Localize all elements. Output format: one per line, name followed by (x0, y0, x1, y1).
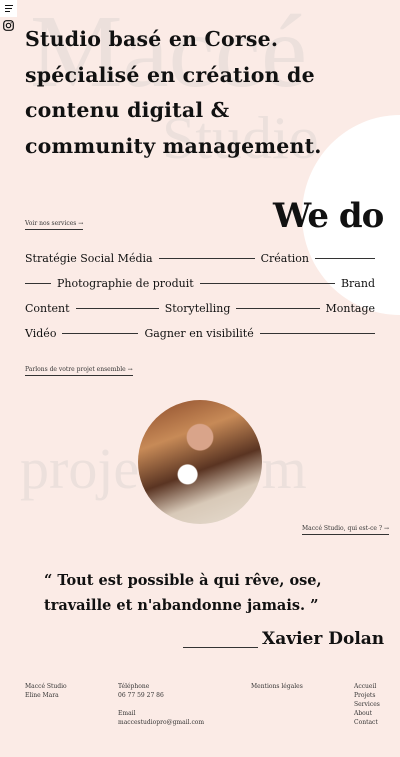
quote-line: “ Tout est possible à qui rêve, ose, (44, 572, 322, 589)
footer-link-about[interactable]: About (354, 709, 380, 718)
hero-line: contenu digital & (25, 98, 230, 122)
email-label: Email (118, 710, 136, 717)
service-row: Content Storytelling Montage (25, 302, 375, 315)
email-link[interactable]: maccestudiopro@gmail.com (118, 718, 204, 727)
service-item: Création (260, 252, 309, 265)
studio-name: Maccé Studio (25, 683, 67, 690)
footer-studio: Maccé Studio Eline Mara (25, 682, 67, 700)
footer-link-contact[interactable]: Contact (354, 718, 380, 727)
footer-link-accueil[interactable]: Accueil (354, 682, 380, 691)
service-item: Gagner en visibilité (144, 327, 254, 340)
phone-number[interactable]: 06 77 59 27 86 (118, 691, 204, 700)
service-row: Vidéo Gagner en visibilité (25, 327, 375, 340)
service-item: Montage (325, 302, 376, 315)
contact-project-link[interactable]: Parlons de votre projet ensemble → (25, 366, 133, 376)
founder-photo (138, 400, 262, 524)
we-do-title: We do (273, 196, 384, 236)
services-link[interactable]: Voir nos services → (25, 220, 84, 230)
about-link[interactable]: Maccé Studio, qui est-ce ? → (302, 525, 390, 535)
hero-heading: Studio basé en Corse. spécialisé en créa… (25, 22, 390, 164)
service-item: Stratégie Social Média (25, 252, 153, 265)
menu-button[interactable] (0, 0, 17, 17)
hamburger-icon (5, 5, 13, 6)
service-row: Stratégie Social Média Création (25, 252, 375, 265)
hero-line: community management. (25, 133, 322, 158)
owner-name: Eline Mara (25, 692, 59, 699)
hero-line: spécialisé en création de (25, 62, 315, 87)
quote-author: Xavier Dolan (262, 629, 385, 649)
service-item: Photographie de produit (57, 277, 194, 290)
divider (183, 647, 258, 648)
service-row: Photographie de produit Brand (25, 277, 375, 290)
phone-label: Téléphone (118, 683, 150, 690)
instagram-icon[interactable] (3, 20, 14, 31)
quote: “ Tout est possible à qui rêve, ose, trav… (44, 568, 384, 618)
footer-link-projets[interactable]: Projets (354, 691, 380, 700)
footer-contact: Téléphone 06 77 59 27 86 Email maccestudiop… (118, 682, 204, 727)
service-item: Storytelling (164, 302, 231, 315)
hero-line: Studio basé en Corse. (25, 27, 279, 51)
service-item: Content (25, 302, 70, 315)
footer-link-services[interactable]: Services (354, 700, 380, 709)
service-item: Brand (340, 277, 375, 290)
service-item: Vidéo (25, 327, 57, 340)
legal-link[interactable]: Mentions légales (251, 682, 303, 691)
footer-nav: Accueil Projets Services About Contact (354, 682, 380, 727)
quote-line: travaille et n'abandonne jamais. ” (44, 597, 319, 614)
